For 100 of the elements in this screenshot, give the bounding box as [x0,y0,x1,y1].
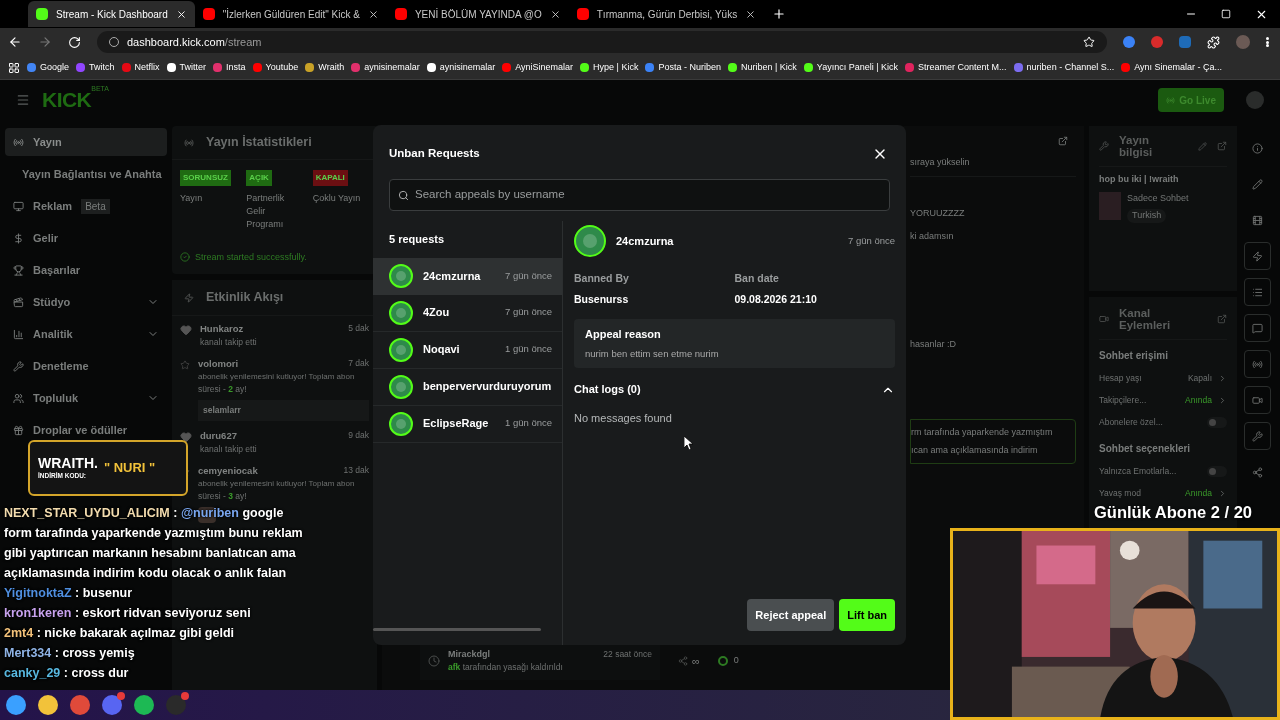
popout-icon[interactable] [1058,136,1068,146]
new-tab-icon[interactable] [772,7,787,21]
toggle-switch[interactable] [1207,416,1227,428]
extensions-icon[interactable] [1207,35,1220,49]
chat-message-line: rm tarafında yaparkende yazmıştım [911,426,1054,439]
chat-message: kron1keren : eskort ridvan seviyoruz seni [4,605,251,622]
spotify-icon[interactable] [134,695,154,715]
extension-icon[interactable] [1151,36,1163,48]
windows-icon[interactable] [6,695,26,715]
camera-icon[interactable] [1243,386,1271,414]
chat-icon[interactable] [1243,314,1271,342]
camera-icon [1099,314,1109,324]
sidebar-item[interactable]: Başarılar [5,256,167,284]
popout-icon[interactable] [1217,141,1227,151]
sidebar-item[interactable]: Reklam Beta [5,192,167,220]
bookmark[interactable]: Yayıncı Paneli | Kick [803,60,899,75]
bookmark[interactable]: Google [27,60,70,75]
bookmark[interactable]: aynisinemalar [426,60,496,75]
request-item[interactable]: 4Zou 7 gün önce [373,294,562,332]
discord-icon[interactable] [102,695,122,715]
request-item[interactable]: benpervervurduruyorum [373,368,562,406]
horizontal-scrollbar[interactable] [373,628,541,631]
forward-icon[interactable] [38,35,52,49]
bookmark[interactable]: Hype | Kick [580,60,639,75]
close-icon[interactable] [367,8,379,20]
setting-label: Yalnızca Emotlarla... [1099,464,1178,478]
field-label: Ban date [734,271,780,286]
bookmark[interactable]: aynisinemalar [351,60,420,75]
bookmark[interactable]: Netflix [121,60,160,75]
sidebar-item[interactable]: Stüdyo [5,288,167,316]
reject-appeal-button[interactable]: Reject appeal [747,599,835,631]
detail-time: 7 gün önce [848,233,895,248]
sidebar-item-icon [13,136,24,148]
apps-icon[interactable] [8,61,20,74]
bookmark[interactable]: Youtube [252,60,299,75]
status-badge: KAPALI [312,170,348,186]
bookmark[interactable]: Wraith [305,60,345,75]
browser-tab[interactable]: Stream - Kick Dashboard [28,1,195,27]
bookmark[interactable]: Twitch [76,60,115,75]
event-user: duru627 [200,428,237,443]
request-item[interactable]: EclipseRage 1 gün önce [373,405,562,443]
chat-message-line: ıcan ama açıklamasında indirim [911,443,1039,457]
bookmark-star-icon[interactable] [1083,36,1095,48]
bookmark[interactable]: Twitter [166,60,207,75]
sidebar-item[interactable]: Droplar ve ödüller [5,416,167,444]
setting-row[interactable]: Abonelere özel... [1099,411,1227,433]
bookmark[interactable]: nuriben - Channel S... [1013,60,1115,75]
bookmark[interactable]: Aynı Sinemalar - Ça... [1121,60,1223,75]
request-item[interactable]: Noqavi 1 gün önce [373,331,562,369]
broadcast-icon [1166,95,1176,105]
list-icon[interactable] [1243,278,1271,306]
profile-avatar[interactable] [1236,35,1250,49]
sidebar-item[interactable]: Denetleme [5,352,167,380]
bolt-icon [184,292,194,303]
toggle-switch[interactable] [1207,465,1227,477]
sidebar-item[interactable]: Yayın Bağlantısı ve Anahta [5,160,167,188]
browser-tab[interactable]: Tırmanma, Gürün Derbisi, Yüks [568,1,765,27]
browser-tab[interactable]: YENİ BÖLÜM YAYINDA @O [386,1,569,27]
extension-icon[interactable] [1123,36,1135,48]
lift-ban-button[interactable]: Lift ban [839,599,895,631]
setting-row[interactable]: Yavaş mod Anında [1099,482,1227,504]
bookmark[interactable]: Streamer Content M... [905,60,1007,75]
close-icon[interactable] [175,8,187,20]
close-icon[interactable] [745,8,757,20]
event-detail: süresi - 3 ay! [198,490,248,503]
popout-icon[interactable] [1217,314,1227,324]
setting-row[interactable]: Takipçilere... Anında [1099,389,1227,411]
obs-icon[interactable] [166,695,186,715]
bolt-icon[interactable] [1243,242,1271,270]
sidebar-item[interactable]: Analitik [5,320,167,348]
setting-row[interactable]: Hesap yaşı Kapalı [1099,367,1227,389]
address-bar[interactable]: dashboard.kick.com/stream [97,31,1107,53]
bookmark[interactable]: AyniSinemalar [502,60,574,75]
setting-value: Anında [1185,486,1212,500]
maximize-icon[interactable] [1221,9,1231,19]
broadcast-icon[interactable] [1243,350,1271,378]
sidebar-item-icon [13,360,24,372]
sidebar-item[interactable]: Gelir [5,224,167,252]
folder-icon[interactable] [38,695,58,715]
heart-icon [180,324,192,336]
event-user: Mirackdgl [448,647,490,661]
extension-icon[interactable] [1179,36,1191,48]
search-field[interactable]: Search appeals by username [389,179,890,211]
reload-icon[interactable] [68,35,81,49]
category-name: Sadece Sohbet [1127,191,1189,205]
search-input[interactable]: Search appeals by username [415,186,881,204]
sidebar-item[interactable]: Topluluk [5,384,167,412]
back-icon[interactable] [8,35,22,49]
chat-logs-toggle[interactable]: Chat logs (0) [574,381,895,398]
request-item[interactable]: 24cmzurna 7 gün önce [373,257,562,295]
sidebar-item[interactable]: Yayın [5,128,167,156]
close-icon[interactable] [549,8,561,20]
success-icon [180,252,190,263]
chrome-icon[interactable] [70,695,90,715]
setting-row[interactable]: Yalnızca Emotlarla... [1099,460,1227,482]
bookmark[interactable]: Posta - Nuriben [645,60,721,75]
bookmark[interactable]: Insta [213,60,246,75]
browser-tab[interactable]: "İzlerken Güldüren Edit" Kick & [194,1,387,27]
bookmark[interactable]: Nuriben | Kick [728,60,797,75]
sidebar-item-icon [13,296,24,308]
